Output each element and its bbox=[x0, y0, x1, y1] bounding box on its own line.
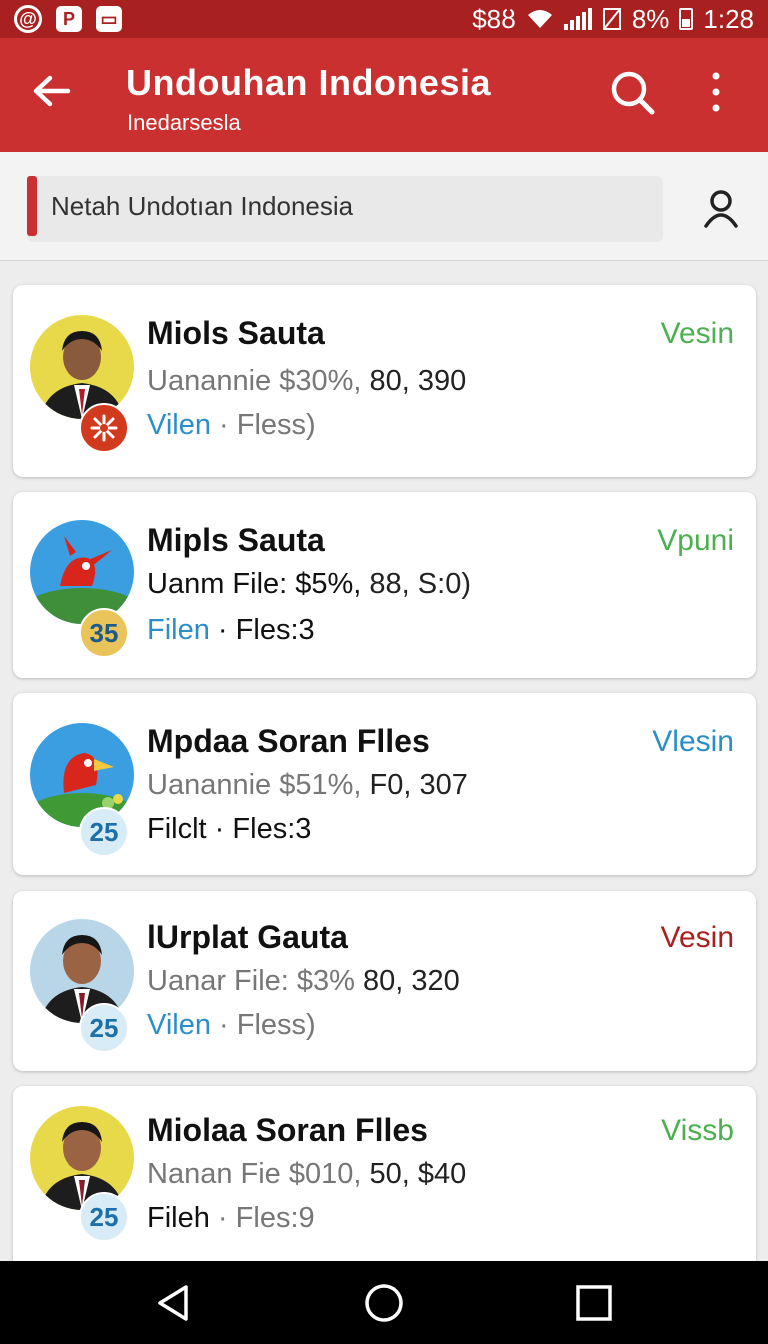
signal-icon bbox=[563, 8, 592, 30]
status-label: Vpuni bbox=[657, 524, 734, 557]
avatar bbox=[30, 1106, 134, 1210]
item-name: Miolaa Soran Flles bbox=[147, 1112, 428, 1148]
detail-value: 80, 390 bbox=[369, 365, 467, 397]
meta-separator: · bbox=[214, 813, 225, 845]
count-badge: 35 bbox=[79, 608, 129, 658]
item-detail: Uanannie $51%, F0, 307 bbox=[147, 769, 468, 802]
item-files: Fles:9 bbox=[235, 1202, 315, 1234]
list-item[interactable]: 35 Mipls Sauta Uanm File: $5%, 88, S:0) … bbox=[13, 492, 756, 678]
search-accent bbox=[27, 176, 37, 236]
clock: 1:28 bbox=[703, 3, 754, 34]
meta-separator: · bbox=[217, 1202, 228, 1234]
item-link[interactable]: Filen bbox=[147, 614, 210, 646]
item-name: lUrplat Gauta bbox=[147, 919, 348, 955]
bird-avatar-image bbox=[30, 520, 134, 624]
item-meta: Filclt · Fles:3 bbox=[147, 813, 311, 846]
status-label: Vlesin bbox=[652, 725, 734, 758]
home-icon[interactable] bbox=[364, 1283, 404, 1323]
item-meta: Vilen · Fless) bbox=[147, 1009, 316, 1042]
item-detail: Nanan Fie $010, 50, $40 bbox=[147, 1158, 466, 1191]
detail-prefix: Uanar File: $3% bbox=[147, 965, 355, 997]
meta-separator: · bbox=[219, 1009, 229, 1041]
detail-value: 80, 320 bbox=[363, 965, 460, 997]
item-name: Miols Sauta bbox=[147, 315, 325, 351]
category-badge bbox=[79, 403, 129, 453]
at-icon: @ bbox=[14, 5, 42, 33]
status-label: Vesin bbox=[660, 921, 734, 954]
item-files: Fles:3 bbox=[235, 614, 315, 646]
user-icon[interactable] bbox=[700, 188, 742, 230]
item-files: Fles:3 bbox=[232, 813, 312, 845]
detail-value: 50, $40 bbox=[369, 1158, 467, 1190]
count-badge: 25 bbox=[79, 1003, 129, 1053]
person-avatar-image bbox=[30, 1106, 134, 1210]
back-arrow-icon[interactable] bbox=[28, 68, 78, 114]
card-icon: ▭ bbox=[96, 6, 122, 32]
status-label: Vesin bbox=[660, 317, 734, 350]
item-link[interactable]: Filclt bbox=[147, 813, 207, 845]
status-left-icons: @ P ▭ bbox=[14, 5, 122, 33]
avatar bbox=[30, 520, 134, 624]
recents-icon[interactable] bbox=[574, 1283, 614, 1323]
item-detail: Uanar File: $3% 80, 320 bbox=[147, 965, 460, 998]
no-sim-icon bbox=[602, 8, 621, 30]
status-text: $8ȣ bbox=[472, 3, 516, 34]
status-label: Vissb bbox=[661, 1114, 734, 1147]
detail-value: 88, S:0) bbox=[369, 568, 471, 600]
search-input[interactable]: Netah Undotıan Indonesia bbox=[27, 176, 663, 242]
search-bar: Netah Undotıan Indonesia bbox=[0, 152, 768, 261]
count-badge: 25 bbox=[79, 1192, 129, 1242]
item-files: Fless) bbox=[236, 409, 316, 441]
item-name: Mipls Sauta bbox=[147, 522, 325, 558]
detail-prefix: Uanm File: $5%, bbox=[147, 568, 362, 600]
status-right: $8ȣ 8% 1:28 bbox=[472, 4, 754, 35]
list-item[interactable]: 25 Miolaa Soran Flles Nanan Fie $010, 50… bbox=[13, 1086, 756, 1276]
search-placeholder: Netah Undotıan Indonesia bbox=[51, 191, 354, 221]
list-item[interactable]: Miols Sauta Uanannie $30%, 80, 390 Vilen… bbox=[13, 285, 756, 477]
parking-icon: P bbox=[56, 6, 82, 32]
item-detail: Uanannie $30%, 80, 390 bbox=[147, 365, 466, 398]
count-badge: 25 bbox=[79, 807, 129, 857]
back-icon[interactable] bbox=[154, 1283, 194, 1323]
page-subtitle: Inedarsesla bbox=[127, 110, 241, 135]
item-name: Mpdaa Soran Flles bbox=[147, 723, 430, 759]
meta-separator: · bbox=[219, 409, 229, 441]
detail-prefix: Uanannie $51%, bbox=[147, 769, 362, 801]
system-nav-bar bbox=[0, 1261, 768, 1344]
item-link[interactable]: Vilen bbox=[147, 409, 211, 441]
detail-value: F0, 307 bbox=[369, 769, 468, 801]
item-detail: Uanm File: $5%, 88, S:0) bbox=[147, 568, 471, 601]
detail-prefix: Uanannie $30%, bbox=[147, 365, 362, 397]
item-meta: Filen · Fles:3 bbox=[147, 614, 315, 647]
avatar bbox=[30, 315, 134, 419]
battery-icon bbox=[679, 8, 694, 30]
app-bar: Undouhan Indonesia Inedarsesla bbox=[0, 38, 768, 152]
more-vert-icon[interactable] bbox=[700, 70, 732, 116]
item-link[interactable]: Fileh bbox=[147, 1202, 210, 1234]
detail-prefix: Nanan Fie $010, bbox=[147, 1158, 362, 1190]
meta-separator: · bbox=[217, 614, 228, 646]
item-files: Fless) bbox=[236, 1009, 316, 1041]
item-meta: Fileh · Fles:9 bbox=[147, 1202, 315, 1235]
battery-percent: 8% bbox=[631, 3, 670, 34]
flower-icon bbox=[90, 414, 118, 442]
search-icon[interactable] bbox=[608, 68, 656, 116]
person-avatar-image bbox=[30, 315, 134, 419]
list-item[interactable]: 25 lUrplat Gauta Uanar File: $3% 80, 320… bbox=[13, 891, 756, 1071]
wifi-icon bbox=[527, 10, 552, 28]
page-title: Undouhan Indonesia bbox=[126, 62, 491, 103]
status-bar: @ P ▭ $8ȣ 8% 1:28 bbox=[0, 0, 768, 38]
list-item[interactable]: 25 Mpdaa Soran Flles Uanannie $51%, F0, … bbox=[13, 693, 756, 875]
item-meta: Vilen · Fless) bbox=[147, 409, 316, 442]
item-link[interactable]: Vilen bbox=[147, 1009, 211, 1041]
